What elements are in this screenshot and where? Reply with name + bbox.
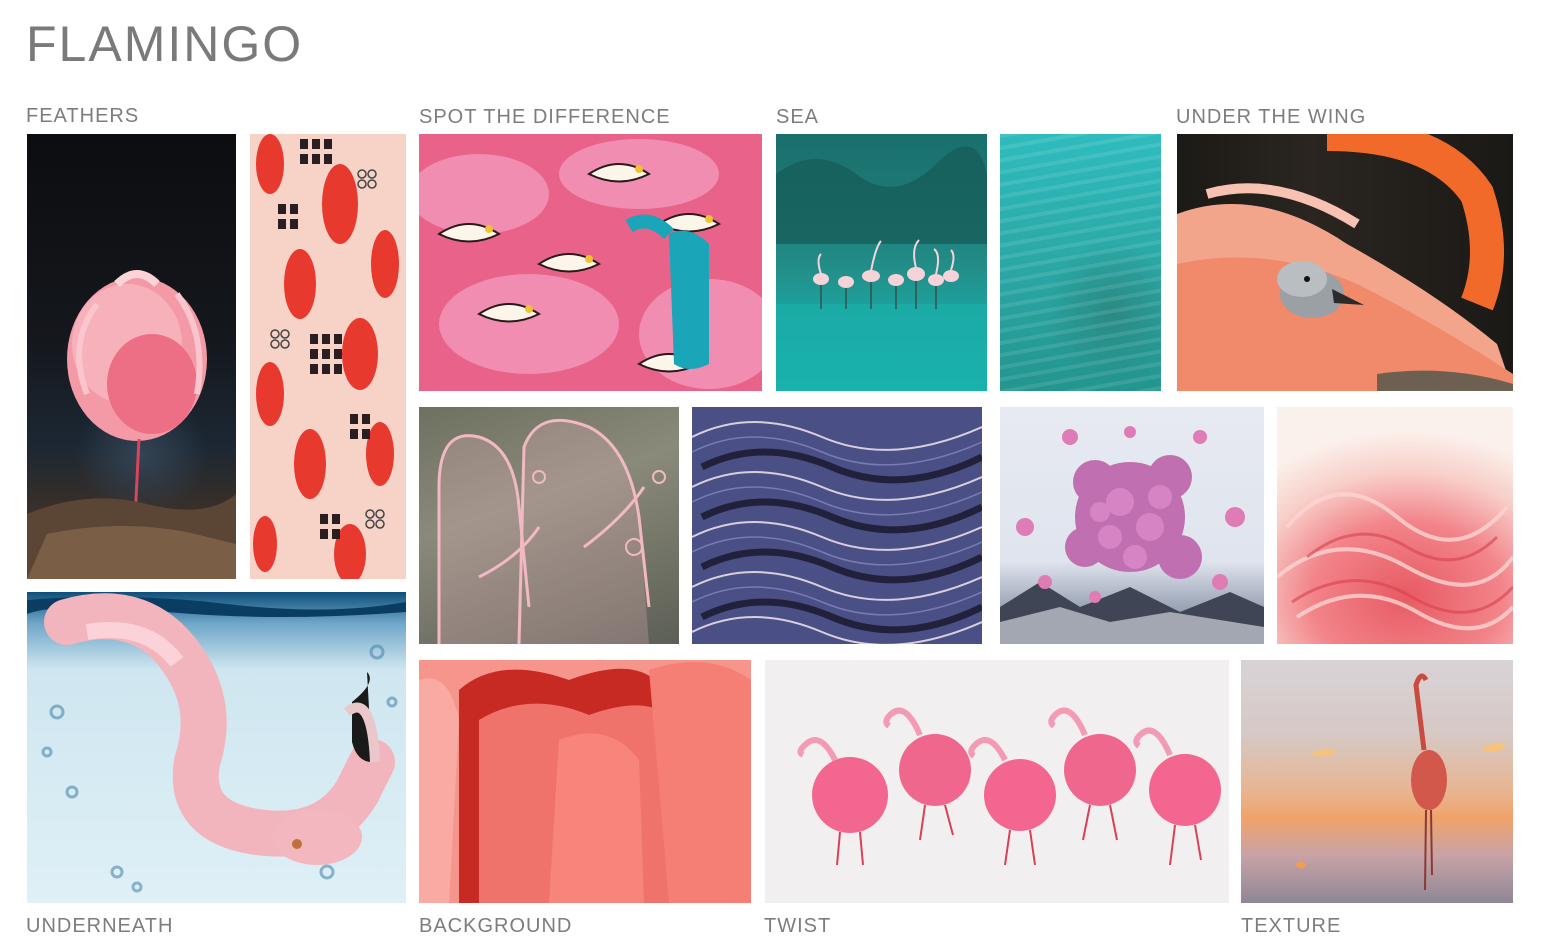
mesh-flamingo-sculpture-photo: [419, 407, 679, 644]
underwater-flamingo-photo: [27, 592, 406, 903]
label-underneath: UNDERNEATH: [26, 915, 174, 937]
label-under-the-wing: UNDER THE WING: [1176, 106, 1367, 128]
page-title: FLAMINGO: [26, 16, 304, 72]
label-texture: TEXTURE: [1241, 915, 1342, 937]
sunset-flamingo-photo: [1241, 660, 1513, 903]
feathers-flamingo-photo: [27, 134, 236, 579]
coral-paper-background-image: [419, 660, 751, 903]
feathers-pattern-image: [250, 134, 406, 579]
blue-feathers-photo: [692, 407, 982, 644]
pink-ruffle-texture-photo: [1277, 407, 1513, 644]
spot-the-difference-illustration: [419, 134, 762, 391]
sea-flamingos-photo: [776, 134, 987, 391]
pink-spheres-photo: [1000, 407, 1264, 644]
under-the-wing-photo: [1177, 134, 1513, 391]
label-twist: TWIST: [764, 915, 832, 937]
flamingo-pompom-photo: [765, 660, 1229, 903]
label-background: BACKGROUND: [419, 915, 573, 937]
label-sea: SEA: [776, 106, 820, 128]
label-feathers: FEATHERS: [26, 105, 140, 127]
label-spot-the-difference: SPOT THE DIFFERENCE: [419, 106, 671, 128]
sea-water-photo: [1000, 134, 1161, 391]
